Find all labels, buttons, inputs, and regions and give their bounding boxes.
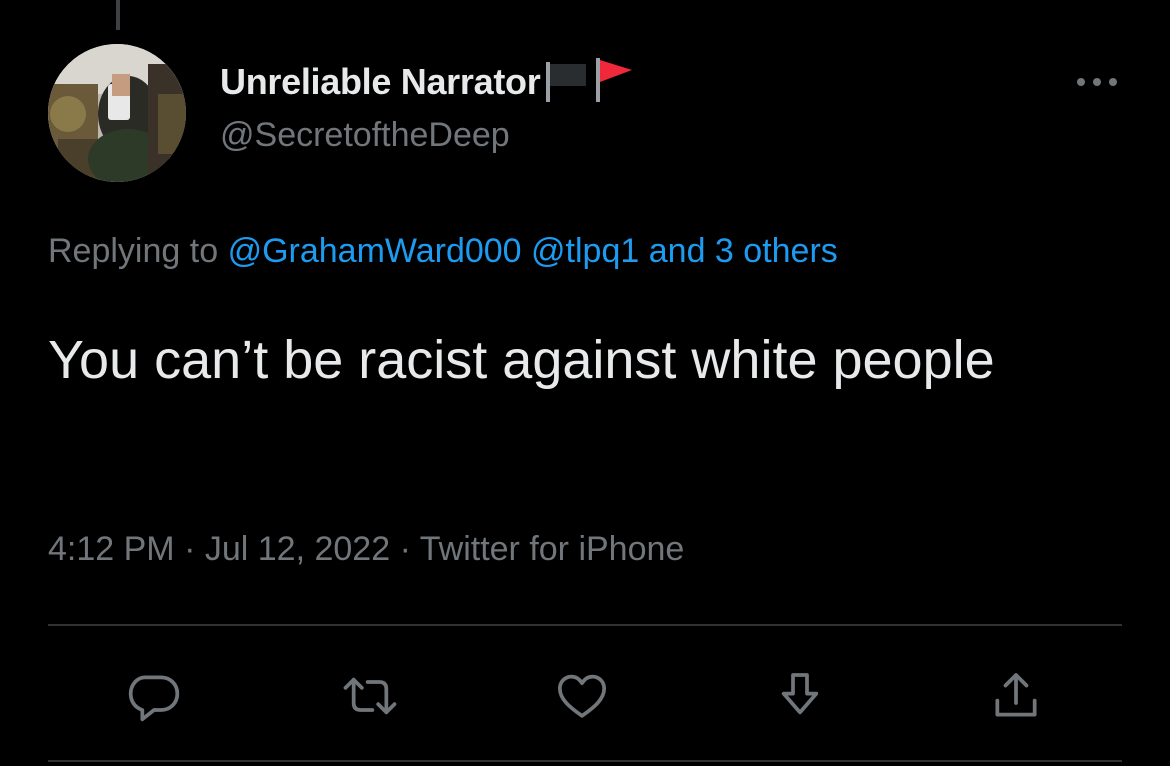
- like-button[interactable]: [546, 660, 618, 732]
- reply-button[interactable]: [118, 660, 190, 732]
- divider: [48, 760, 1122, 762]
- mention-link[interactable]: @tlpq1: [531, 232, 639, 270]
- author-name-row: Unreliable Narrator: [220, 56, 636, 107]
- bookmark-button[interactable]: [764, 660, 836, 732]
- like-icon: [557, 674, 607, 718]
- meta-separator: ·: [184, 530, 196, 568]
- share-icon: [995, 673, 1037, 717]
- tweet-time[interactable]: 4:12 PM: [48, 530, 175, 568]
- tweet-date[interactable]: Jul 12, 2022: [205, 530, 390, 568]
- author-handle[interactable]: @SecretoftheDeep: [220, 116, 510, 155]
- mention-link[interactable]: @GrahamWard000: [228, 232, 522, 270]
- bookmark-icon: [781, 673, 819, 715]
- author-display-name[interactable]: Unreliable Narrator: [220, 61, 541, 103]
- more-options-icon[interactable]: [1072, 62, 1122, 102]
- divider: [48, 624, 1122, 626]
- black-flag-icon: [546, 56, 590, 107]
- action-bar: [0, 660, 1170, 732]
- red-flag-icon: [596, 56, 636, 107]
- retweet-button[interactable]: [334, 660, 406, 732]
- reply-icon: [128, 675, 180, 722]
- avatar-photo: [48, 44, 186, 182]
- share-button[interactable]: [980, 660, 1052, 732]
- tweet-meta: 4:12 PM · Jul 12, 2022 · Twitter for iPh…: [48, 530, 684, 569]
- others-link[interactable]: and 3 others: [649, 232, 838, 270]
- thread-connector-line: [116, 0, 120, 30]
- replying-to-line: Replying to @GrahamWard000 @tlpq1 and 3 …: [48, 232, 838, 271]
- tweet-source[interactable]: Twitter for iPhone: [420, 530, 685, 568]
- avatar[interactable]: [48, 44, 186, 182]
- retweet-icon: [343, 677, 397, 715]
- tweet-text: You can’t be racist against white people: [48, 330, 995, 390]
- replying-to-label: Replying to: [48, 232, 219, 270]
- meta-separator: ·: [399, 530, 411, 568]
